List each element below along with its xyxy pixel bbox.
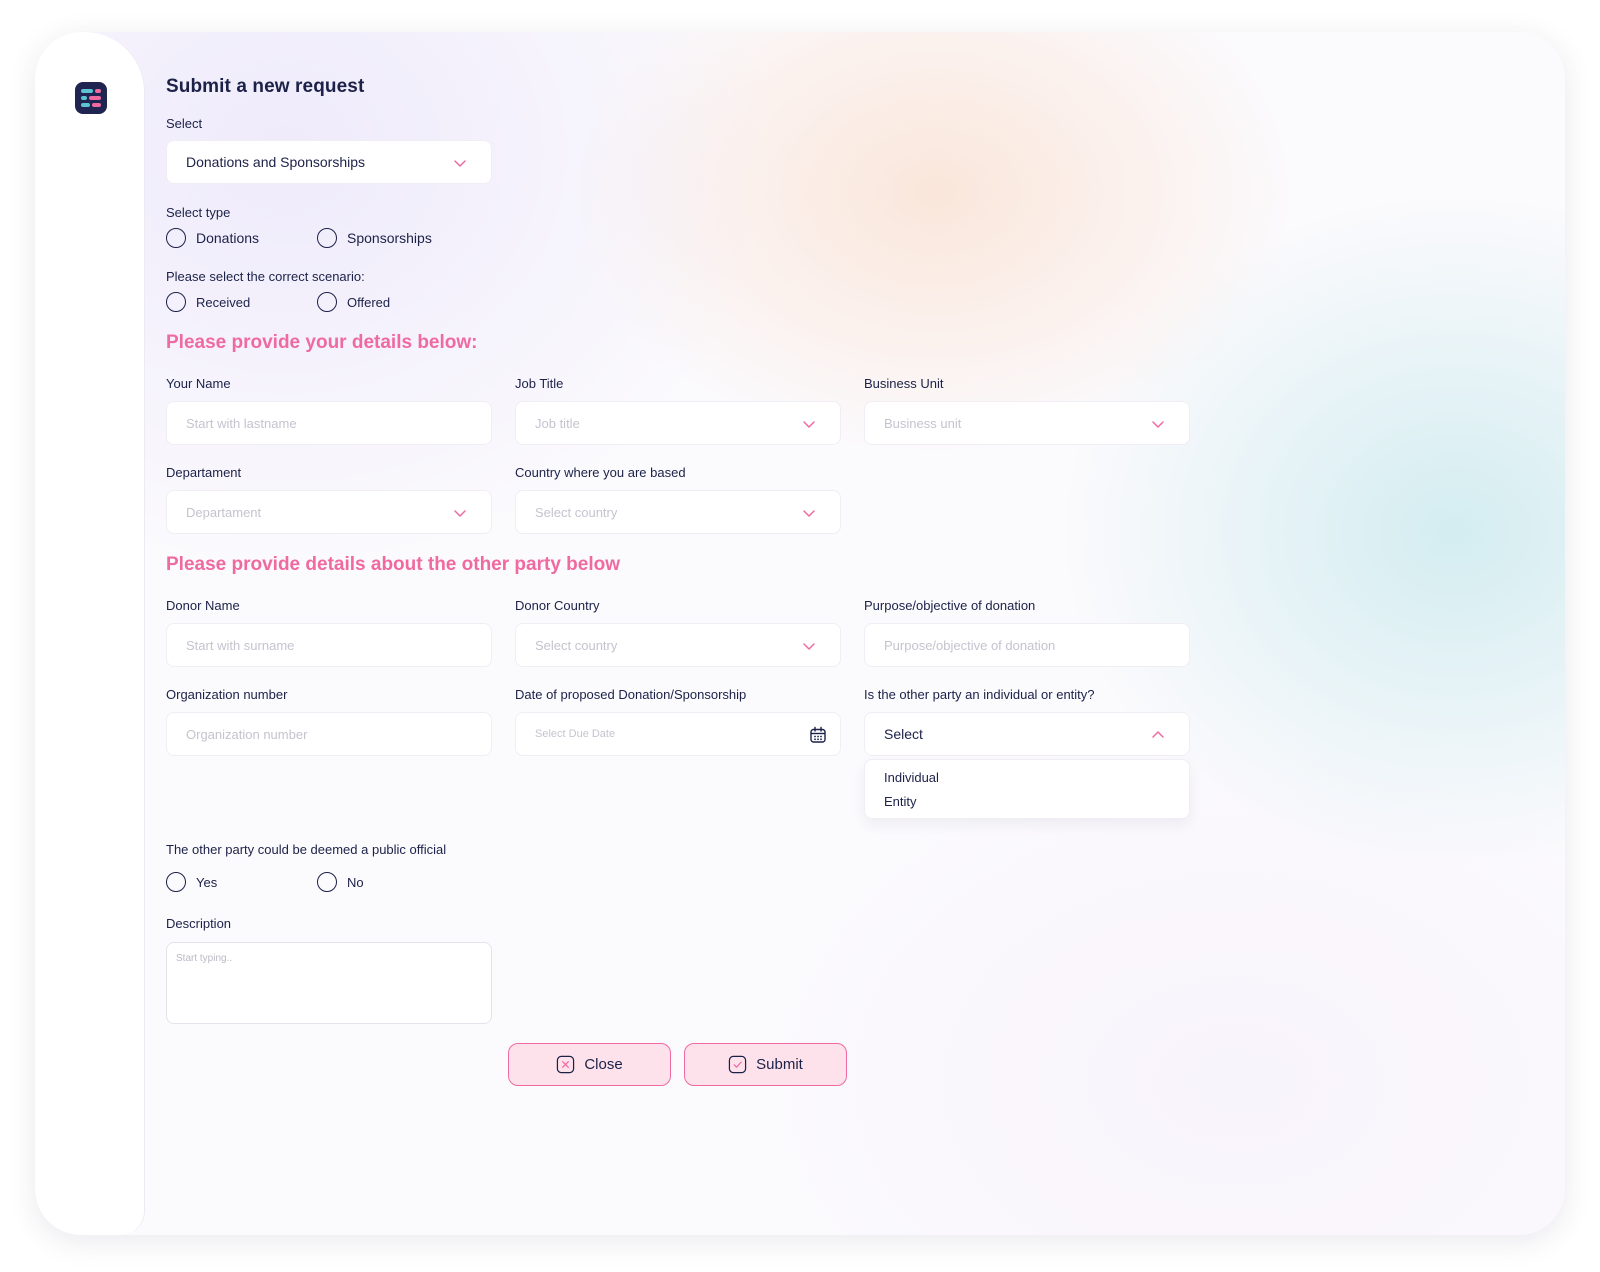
radio-circle-icon xyxy=(317,872,337,892)
scenario-label: Please select the correct scenario: xyxy=(166,269,365,284)
purpose-placeholder: Purpose/objective of donation xyxy=(884,637,1056,653)
purpose-input[interactable]: Purpose/objective of donation xyxy=(864,623,1190,667)
org-number-placeholder: Organization number xyxy=(186,726,308,742)
radio-circle-icon xyxy=(166,292,186,312)
public-official-radio-group: Yes No xyxy=(166,872,364,892)
close-button[interactable]: Close xyxy=(508,1043,671,1086)
app-window: Submit a new request Select Donations an… xyxy=(35,32,1565,1235)
check-icon xyxy=(728,1055,747,1074)
donor-name-input[interactable]: Start with surname xyxy=(166,623,492,667)
description-label: Description xyxy=(166,916,232,931)
job-title-placeholder: Job title xyxy=(535,415,580,431)
page-title: Submit a new request xyxy=(166,76,365,97)
party-type-option-entity[interactable]: Entity xyxy=(884,794,917,809)
radio-yes-label: Yes xyxy=(196,874,218,890)
description-placeholder: Start typing.. xyxy=(176,953,233,964)
radio-received-label: Received xyxy=(196,294,251,310)
radio-offered[interactable]: Offered xyxy=(317,292,390,312)
party-type-option-individual[interactable]: Individual xyxy=(884,770,939,785)
date-label: Date of proposed Donation/Sponsorship xyxy=(515,687,747,702)
request-type-select[interactable]: Donations and Sponsorships xyxy=(166,140,492,184)
chevron-down-icon xyxy=(803,643,815,650)
party-type-label: Is the other party an individual or enti… xyxy=(864,687,1095,702)
calendar-icon[interactable] xyxy=(808,725,828,745)
party-type-select[interactable]: Select xyxy=(864,712,1190,756)
donor-country-select[interactable]: Select country xyxy=(515,623,841,667)
business-unit-select[interactable]: Business unit xyxy=(864,401,1190,445)
radio-no-label: No xyxy=(347,874,364,890)
radio-circle-icon xyxy=(317,228,337,248)
chevron-down-icon xyxy=(454,510,466,517)
radio-offered-label: Offered xyxy=(347,294,391,310)
country-placeholder: Select country xyxy=(535,504,618,520)
business-unit-label: Business Unit xyxy=(864,376,944,391)
department-label: Departament xyxy=(166,465,242,480)
select-type-label: Select type xyxy=(166,205,231,220)
job-title-select[interactable]: Job title xyxy=(515,401,841,445)
chevron-down-icon xyxy=(454,160,466,167)
chevron-down-icon xyxy=(1152,421,1164,428)
date-placeholder: Select Due Date xyxy=(535,728,616,740)
radio-sponsorships-label: Sponsorships xyxy=(347,230,432,246)
your-details-heading: Please provide your details below: xyxy=(166,332,478,353)
donor-country-placeholder: Select country xyxy=(535,637,618,653)
purpose-label: Purpose/objective of donation xyxy=(864,598,1036,613)
radio-yes[interactable]: Yes xyxy=(166,872,317,892)
chevron-down-icon xyxy=(803,510,815,517)
public-official-label: The other party could be deemed a public… xyxy=(166,842,447,857)
job-title-label: Job Title xyxy=(515,376,564,391)
radio-no[interactable]: No xyxy=(317,872,364,892)
other-party-heading: Please provide details about the other p… xyxy=(166,554,620,575)
country-label: Country where you are based xyxy=(515,465,686,480)
scenario-radio-group: Received Offered xyxy=(166,292,390,312)
close-button-label: Close xyxy=(584,1056,623,1073)
org-number-label: Organization number xyxy=(166,687,288,702)
radio-donations[interactable]: Donations xyxy=(166,228,317,248)
submit-button-label: Submit xyxy=(756,1056,803,1073)
select-type-radio-group: Donations Sponsorships xyxy=(166,228,432,248)
chevron-down-icon xyxy=(803,421,815,428)
chevron-up-icon xyxy=(1152,731,1164,738)
radio-circle-icon xyxy=(166,228,186,248)
radio-donations-label: Donations xyxy=(196,230,260,246)
your-name-label: Your Name xyxy=(166,376,231,391)
request-form: Submit a new request Select Donations an… xyxy=(35,32,1565,1235)
business-unit-placeholder: Business unit xyxy=(884,415,962,431)
radio-sponsorships[interactable]: Sponsorships xyxy=(317,228,432,248)
request-type-value: Donations and Sponsorships xyxy=(186,154,366,170)
donor-name-placeholder: Start with surname xyxy=(186,637,295,653)
your-name-placeholder: Start with lastname xyxy=(186,415,297,431)
donor-country-label: Donor Country xyxy=(515,598,600,613)
country-select[interactable]: Select country xyxy=(515,490,841,534)
donor-name-label: Donor Name xyxy=(166,598,240,613)
description-textarea[interactable]: Start typing.. xyxy=(166,942,492,1024)
request-select-label: Select xyxy=(166,116,203,131)
org-number-input[interactable]: Organization number xyxy=(166,712,492,756)
department-placeholder: Departament xyxy=(186,504,262,520)
date-picker-input[interactable]: Select Due Date xyxy=(515,712,841,756)
department-select[interactable]: Departament xyxy=(166,490,492,534)
close-icon xyxy=(557,1055,575,1074)
radio-received[interactable]: Received xyxy=(166,292,317,312)
submit-button[interactable]: Submit xyxy=(684,1043,847,1086)
party-type-value: Select xyxy=(884,726,923,742)
radio-circle-icon xyxy=(317,292,337,312)
your-name-input[interactable]: Start with lastname xyxy=(166,401,492,445)
radio-circle-icon xyxy=(166,872,186,892)
party-type-dropdown-menu: Individual Entity xyxy=(864,759,1190,819)
